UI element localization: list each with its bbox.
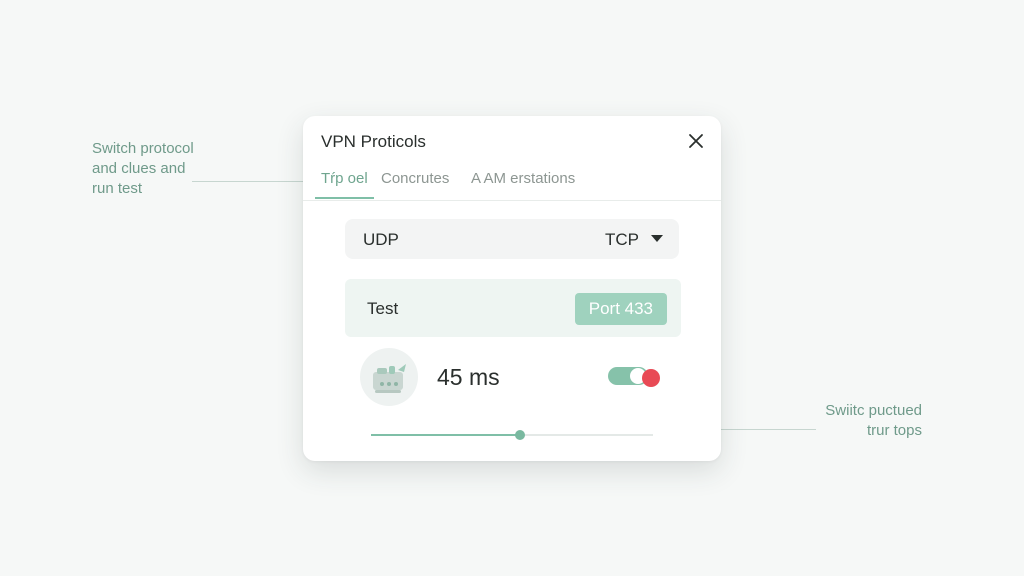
slider-thumb[interactable]	[515, 430, 526, 440]
close-button[interactable]	[685, 130, 707, 152]
left-annotation-line-1: Switch protocol	[92, 140, 194, 157]
test-label: Test	[367, 299, 399, 318]
left-annotation-line-2: and clues and	[92, 160, 186, 177]
left-leader-line	[192, 181, 304, 182]
protocol-selected-tcp[interactable]: TCP	[605, 230, 639, 250]
latency-slider[interactable]	[371, 428, 653, 442]
left-annotation-line-3: run test	[92, 180, 143, 197]
server-avatar	[360, 348, 418, 406]
close-icon	[689, 134, 703, 148]
right-annotation-line-2: trur tops	[866, 422, 922, 439]
test-row: Test Port 433	[345, 279, 681, 337]
caret-down-icon[interactable]	[651, 235, 663, 242]
slider-fill	[371, 434, 521, 436]
status-dot	[642, 369, 660, 387]
tab-concrutes[interactable]: Concrutes	[381, 170, 449, 197]
port-badge-button[interactable]: Port 433	[574, 293, 667, 325]
vpn-protocols-dialog: VPN Proticols Tŕp oel Concrutes A AM ers…	[303, 116, 721, 461]
tab-bar: Tŕp oel Concrutes A AM erstations	[303, 170, 721, 201]
router-icon	[373, 364, 406, 393]
protocol-select[interactable]: UDP TCP	[345, 219, 679, 259]
tab-typoel[interactable]: Tŕp oel	[315, 170, 374, 199]
right-annotation: Swiitc puctued trur tops	[812, 401, 922, 441]
right-annotation-line-1: Swiitc puctued	[825, 402, 922, 419]
tab-am-erstations[interactable]: A AM erstations	[471, 170, 575, 197]
protocol-option-udp[interactable]: UDP	[363, 230, 399, 250]
latency-value: 45 ms	[437, 364, 500, 390]
right-leader-line	[720, 429, 816, 430]
left-annotation: Switch protocol and clues and run test	[92, 139, 212, 199]
connection-toggle[interactable]	[608, 366, 662, 388]
dialog-title: VPN Proticols	[321, 132, 426, 151]
